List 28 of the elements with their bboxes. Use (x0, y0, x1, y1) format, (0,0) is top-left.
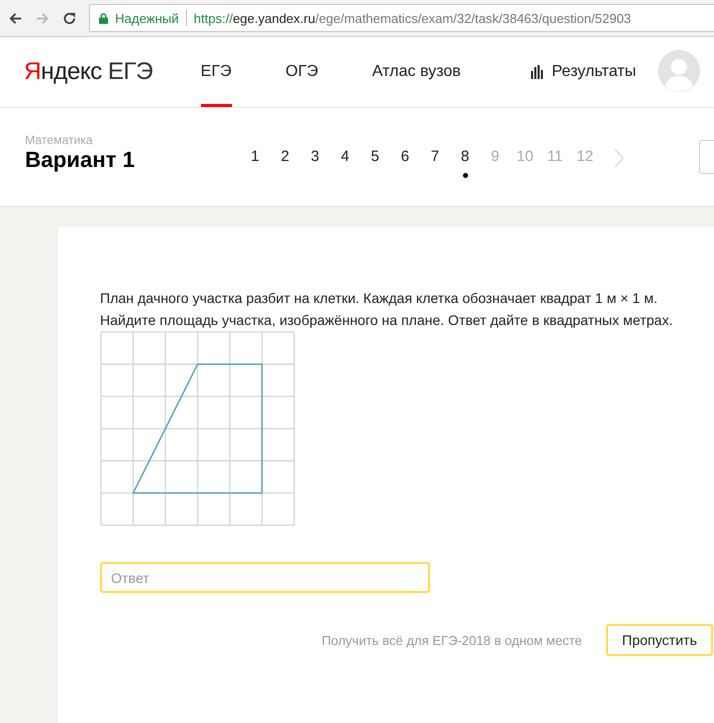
subject-label: Математика (25, 133, 94, 147)
page-number[interactable]: 6 (400, 148, 410, 166)
nav-tab[interactable]: Результаты (530, 37, 636, 107)
nav-tab[interactable]: ОГЭ (286, 37, 318, 107)
lock-icon (99, 12, 108, 24)
chevron-right-icon[interactable] (614, 148, 624, 168)
logo[interactable]: Яндекс ЕГЭ (24, 58, 153, 86)
page-number[interactable]: 2 (280, 148, 290, 166)
page-number[interactable]: 8 (460, 148, 470, 166)
nav-tab[interactable]: ЕГЭ (200, 37, 232, 107)
page-number[interactable]: 7 (430, 148, 440, 166)
page-number[interactable]: 3 (310, 148, 320, 166)
skip-button[interactable]: Пропустить (606, 624, 713, 656)
security-label: Надежный (115, 10, 179, 26)
page-number[interactable]: 4 (340, 148, 350, 166)
page-number[interactable]: 5 (370, 148, 380, 166)
forward-icon[interactable] (35, 10, 50, 26)
url-text: https://ege.yandex.ru/ege/mathematics/exam/32/task/38463/question/52903 (194, 10, 632, 26)
task-text: План дачного участка разбит на клетки. Каждая клетка обозначает квадрат 1 м × 1 м. Найдите площадь участка, изображённого на плане. Ответ дайте в квадратных метрах. (100, 289, 674, 330)
answer-field[interactable]: Ответ (100, 562, 430, 594)
address-bar[interactable]: Надежный https://ege.yandex.ru/ege/mathematics/exam/32/task/38463/question/52903 (89, 4, 714, 32)
bar-chart-icon (530, 65, 543, 79)
nav-tab[interactable]: Атлас вузов (372, 37, 461, 107)
page-number[interactable]: 1 (250, 148, 260, 166)
back-icon[interactable] (8, 10, 23, 26)
variant-title: Вариант 1 (25, 147, 136, 173)
avatar-icon[interactable] (658, 50, 700, 92)
reload-icon[interactable] (62, 10, 77, 26)
